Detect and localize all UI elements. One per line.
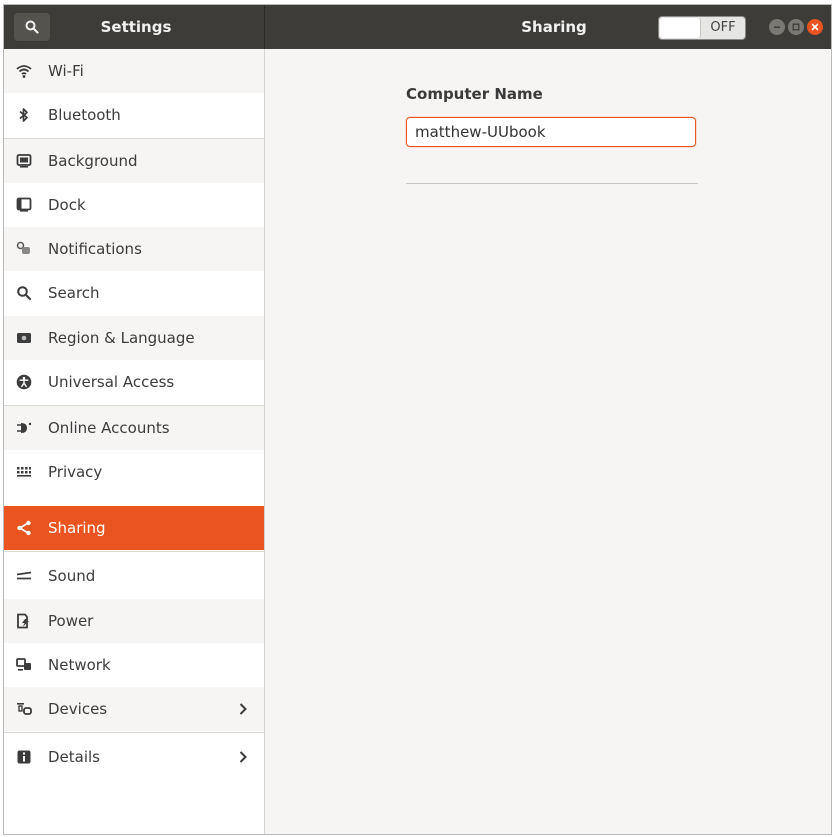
settings-window: Settings Sharing OFF Wi-Fi Bluetooth Bac… <box>3 4 832 835</box>
section-separator <box>406 183 698 184</box>
sidebar-item-label: Sound <box>48 567 96 585</box>
sidebar-item-label: Universal Access <box>48 373 175 391</box>
universal-access-icon <box>16 374 32 390</box>
sharing-panel: Computer Name <box>266 49 831 834</box>
sidebar-header: Settings <box>4 5 265 49</box>
sidebar-item-universal-access[interactable]: Universal Access <box>4 360 264 404</box>
sidebar-item-sound[interactable]: Sound <box>4 554 264 598</box>
sidebar-item-label: Sharing <box>48 519 106 537</box>
sidebar-item-label: Notifications <box>48 240 142 258</box>
close-icon <box>811 23 819 31</box>
sharing-toggle[interactable]: OFF <box>658 16 746 40</box>
network-icon <box>16 657 32 673</box>
sidebar-item-label: Bluetooth <box>48 106 121 124</box>
chevron-right-icon <box>238 687 248 731</box>
sidebar-item-wifi[interactable]: Wi-Fi <box>4 49 264 93</box>
devices-icon <box>16 701 32 717</box>
dock-icon <box>16 197 32 213</box>
region-icon <box>16 330 32 346</box>
sidebar-item-devices[interactable]: Devices <box>4 687 264 731</box>
wifi-icon <box>16 63 32 79</box>
sidebar-item-label: Background <box>48 152 138 170</box>
search-button[interactable] <box>14 13 50 41</box>
sidebar-divider <box>4 551 264 552</box>
sound-icon <box>16 568 32 584</box>
sidebar-divider <box>4 732 264 733</box>
privacy-icon <box>16 464 32 480</box>
chevron-right-icon <box>238 735 248 779</box>
computer-name-input[interactable] <box>406 117 696 147</box>
sidebar-item-search[interactable]: Search <box>4 271 264 315</box>
sidebar-item-label: Power <box>48 612 94 630</box>
sidebar-item-notifications[interactable]: Notifications <box>4 227 264 271</box>
sidebar-item-online-accounts[interactable]: Online Accounts <box>4 406 264 450</box>
sidebar-item-bluetooth[interactable]: Bluetooth <box>4 93 264 137</box>
sidebar-item-label: Privacy <box>48 463 103 481</box>
power-icon <box>16 613 32 629</box>
sidebar-item-network[interactable]: Network <box>4 643 264 687</box>
sidebar-item-power[interactable]: Power <box>4 599 264 643</box>
sidebar: Wi-Fi Bluetooth Background Dock Notifica… <box>4 49 265 834</box>
maximize-icon <box>792 23 800 31</box>
search-icon <box>16 285 32 301</box>
sidebar-item-privacy[interactable]: Privacy <box>4 450 264 494</box>
background-icon <box>16 153 32 169</box>
close-button[interactable] <box>807 19 823 35</box>
panel-title: Sharing <box>521 18 587 36</box>
sidebar-item-label: Dock <box>48 196 86 214</box>
maximize-button[interactable] <box>788 19 804 35</box>
search-icon <box>25 20 39 34</box>
notifications-icon <box>16 241 32 257</box>
details-icon <box>16 749 32 765</box>
sidebar-item-label: Region & Language <box>48 329 195 347</box>
online-accounts-icon <box>16 420 32 436</box>
sidebar-item-label: Online Accounts <box>48 419 170 437</box>
sidebar-item-label: Wi-Fi <box>48 62 84 80</box>
app-title: Settings <box>100 18 172 36</box>
sidebar-item-label: Network <box>48 656 111 674</box>
bluetooth-icon <box>16 107 32 123</box>
sidebar-item-sharing[interactable]: Sharing <box>4 506 264 550</box>
toggle-knob[interactable] <box>660 18 701 38</box>
sidebar-item-dock[interactable]: Dock <box>4 183 264 227</box>
header-bar: Settings Sharing OFF <box>4 5 831 49</box>
minimize-icon <box>774 26 780 28</box>
computer-name-label: Computer Name <box>406 85 543 103</box>
sidebar-item-region-language[interactable]: Region & Language <box>4 316 264 360</box>
share-icon <box>16 520 32 536</box>
sidebar-item-label: Devices <box>48 700 108 718</box>
toggle-state-label: OFF <box>710 20 736 35</box>
sidebar-item-background[interactable]: Background <box>4 139 264 183</box>
sidebar-item-details[interactable]: Details <box>4 735 264 779</box>
sidebar-item-label: Details <box>48 748 101 766</box>
sidebar-item-label: Search <box>48 284 100 302</box>
minimize-button[interactable] <box>769 19 785 35</box>
